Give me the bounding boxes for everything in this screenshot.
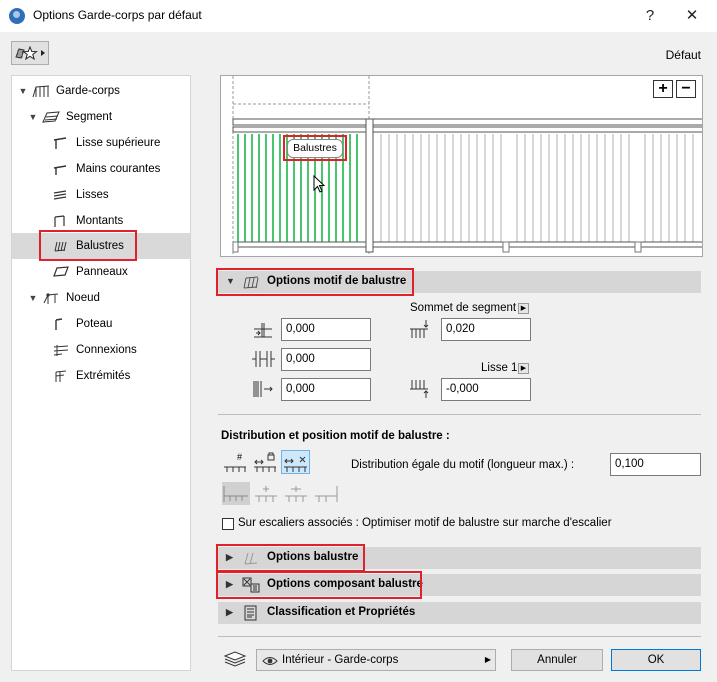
cancel-button[interactable]: Annuler <box>511 649 603 671</box>
equal-distribution-field[interactable]: 0,100 <box>610 453 701 476</box>
tree-item-connexions[interactable]: Connexions <box>12 337 190 363</box>
preview-drawing <box>232 76 702 256</box>
segment-top-label: Sommet de segment <box>410 302 517 314</box>
equal-distribution-label: Distribution égale du motif (longueur ma… <box>351 459 575 471</box>
left-offset-field-2[interactable]: 0,000 <box>281 348 371 371</box>
layer-select-value: Intérieur - Garde-corps <box>282 654 399 666</box>
highlight-component-options <box>216 571 422 599</box>
top-offset-field[interactable]: 0,020 <box>441 318 531 341</box>
highlight-pattern-options <box>216 268 414 296</box>
help-button[interactable]: ? <box>640 6 660 26</box>
align-end-icon[interactable] <box>313 484 339 504</box>
tree-item-label: Segment <box>66 111 113 123</box>
eye-icon <box>262 657 278 665</box>
chevron-down-icon[interactable]: ▼ <box>28 104 38 130</box>
title-bar: Options Garde-corps par défaut ? ✕ <box>0 0 717 32</box>
rails-icon <box>53 190 67 200</box>
zoom-in-button[interactable]: + <box>653 80 673 98</box>
tree-item-label: Panneaux <box>76 266 128 278</box>
bottom-offset-icon <box>410 380 429 398</box>
chevron-right-icon: ▶ <box>484 655 491 664</box>
left-offset-field-1[interactable]: 0,000 <box>281 318 371 341</box>
distribution-title: Distribution et position motif de balust… <box>221 430 450 442</box>
tree-item-label: Garde-corps <box>56 85 120 97</box>
stairs-optimize-checkbox[interactable] <box>222 518 234 530</box>
segment-top-menu-button[interactable]: ▶ <box>518 303 529 314</box>
baluster-width-icon <box>253 381 273 397</box>
post-icon <box>54 215 65 227</box>
panel-icon <box>53 266 69 277</box>
left-offset-field-3[interactable]: 0,000 <box>281 378 371 401</box>
alignment-start-selected[interactable] <box>222 482 250 505</box>
tree-item-label: Extrémités <box>76 370 131 382</box>
favorites-star-icon <box>15 45 45 61</box>
section-classification[interactable]: ▶ Classification et Propriétés <box>218 602 701 624</box>
tree-item-lisse-superieure[interactable]: Lisse supérieure <box>12 130 190 156</box>
railing-icon <box>32 85 50 98</box>
tree-item-lisses[interactable]: Lisses <box>12 182 190 208</box>
tree-item-garde-corps[interactable]: ▼ Garde-corps <box>12 78 190 104</box>
tree-item-extremites[interactable]: Extrémités <box>12 363 190 389</box>
handrail-icon <box>53 165 67 175</box>
layers-icon <box>223 651 247 667</box>
tree-item-noeud[interactable]: ▼ Noeud <box>12 285 190 311</box>
ok-button[interactable]: OK <box>611 649 701 671</box>
tree-item-label: Mains courantes <box>76 163 161 175</box>
highlight-balustres <box>39 230 137 261</box>
window-title: Options Garde-corps par défaut <box>33 8 202 22</box>
stairs-optimize-label: Sur escaliers associés : Optimiser motif… <box>238 517 612 529</box>
distribution-equal-icon <box>284 456 307 472</box>
rail1-menu-button[interactable]: ▶ <box>518 363 529 374</box>
tree-item-label: Noeud <box>66 292 100 304</box>
distribution-fixed-icon[interactable] <box>252 451 278 473</box>
distribution-equal-selected[interactable] <box>281 450 310 474</box>
favorites-button[interactable] <box>11 41 49 65</box>
tree-item-segment[interactable]: ▼ Segment <box>12 104 190 130</box>
zoom-out-button[interactable]: − <box>676 80 696 98</box>
end-icon <box>55 370 67 382</box>
align-start-icon <box>223 486 248 502</box>
chevron-down-icon[interactable]: ▼ <box>28 285 38 311</box>
divider <box>218 636 701 637</box>
rail1-label: Lisse 1 <box>481 362 518 374</box>
divider <box>218 414 701 415</box>
tree-item-mains-courantes[interactable]: Mains courantes <box>12 156 190 182</box>
highlight-baluster-options <box>216 544 365 572</box>
mouse-cursor-icon <box>313 175 326 193</box>
align-center-icon[interactable] <box>253 484 279 504</box>
chevron-right-icon[interactable]: ▶ <box>226 607 233 618</box>
top-offset-icon <box>410 320 429 338</box>
settings-tree: ▼ Garde-corps ▼ Segment Lisse supérieure… <box>11 75 191 671</box>
tree-item-poteau[interactable]: Poteau <box>12 311 190 337</box>
close-button[interactable]: ✕ <box>682 6 702 26</box>
tree-item-label: Lisses <box>76 189 109 201</box>
chevron-down-icon[interactable]: ▼ <box>18 78 28 104</box>
top-rail-icon <box>53 137 67 149</box>
baluster-spacing-icon <box>252 351 275 367</box>
tree-item-label: Lisse supérieure <box>76 137 161 149</box>
svg-text:#: # <box>237 452 242 462</box>
node-icon <box>43 293 59 304</box>
default-label: Défaut <box>665 48 701 62</box>
align-middle-icon[interactable] <box>283 484 309 504</box>
bottom-offset-field[interactable]: -0,000 <box>441 378 531 401</box>
tree-item-label: Poteau <box>76 318 113 330</box>
app-icon <box>9 8 25 24</box>
connection-icon <box>53 345 69 356</box>
distribution-count-icon[interactable]: # <box>222 451 248 473</box>
segment-icon <box>42 111 60 123</box>
balustres-tooltip: Balustres <box>287 139 343 158</box>
pillar-icon <box>55 318 63 330</box>
document-icon <box>244 605 257 621</box>
tree-item-panneaux[interactable]: Panneaux <box>12 259 190 285</box>
section-title: Classification et Propriétés <box>267 606 416 618</box>
tree-item-label: Connexions <box>76 344 137 356</box>
layer-select[interactable]: Intérieur - Garde-corps ▶ <box>256 649 496 671</box>
horizontal-offset-icon <box>254 323 272 338</box>
railing-preview[interactable]: + − Balustres <box>220 75 703 257</box>
